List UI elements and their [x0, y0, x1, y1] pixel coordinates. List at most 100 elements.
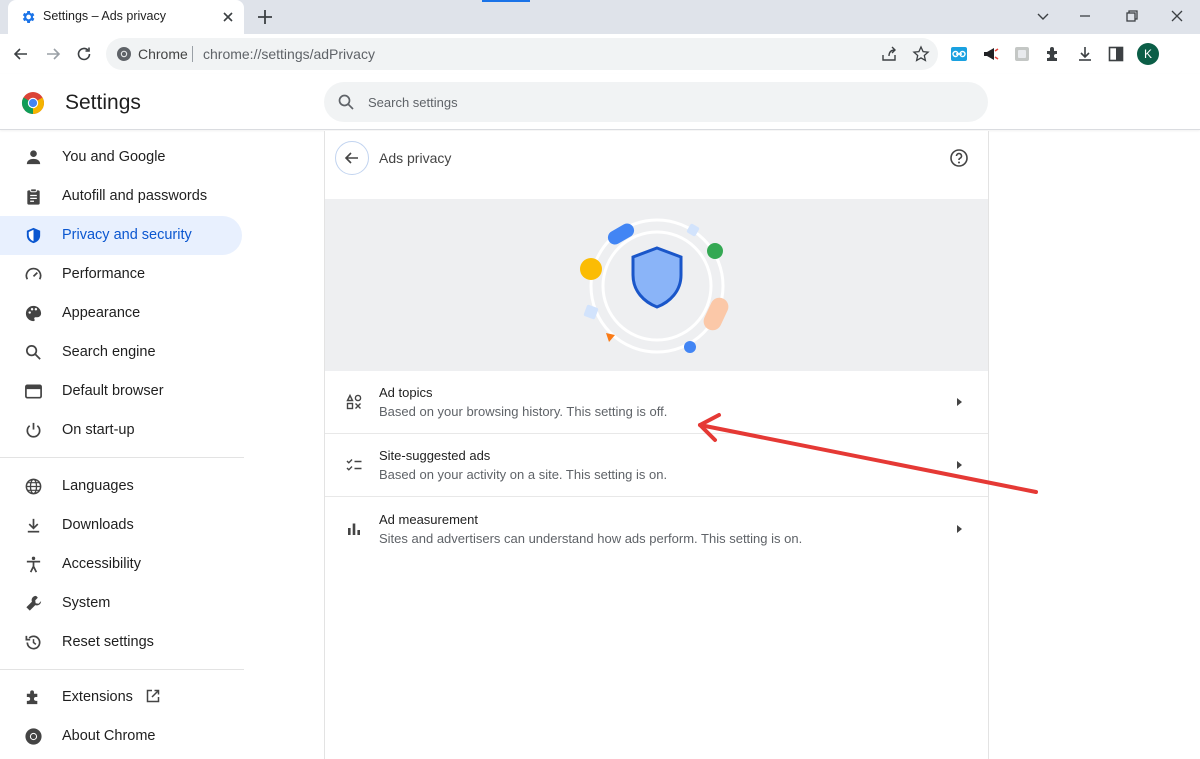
search-icon — [338, 94, 354, 110]
ads-privacy-illustration — [325, 199, 988, 371]
address-bar[interactable]: Chrome chrome://settings/adPrivacy — [106, 38, 938, 70]
browser-toolbar: Chrome chrome://settings/adPrivacy — [0, 34, 1200, 74]
sidebar-item-system[interactable]: System — [0, 584, 242, 623]
ad-topics-row[interactable]: Ad topics Based on your browsing history… — [325, 371, 988, 434]
tab-title: Settings – Ads privacy — [43, 9, 166, 23]
sidebar-item-label: Search engine — [62, 344, 156, 360]
sidebar-item-languages[interactable]: Languages — [0, 467, 242, 506]
back-arrow-icon — [344, 152, 358, 164]
row-title: Ad measurement — [379, 512, 478, 527]
close-icon[interactable] — [220, 9, 236, 25]
site-suggested-ads-row[interactable]: Site-suggested ads Based on your activit… — [325, 434, 988, 497]
browser-window-icon — [25, 384, 42, 399]
speedometer-icon — [25, 267, 42, 280]
power-icon — [26, 422, 41, 438]
help-icon[interactable] — [949, 148, 969, 168]
sidebar-item-label: Privacy and security — [62, 227, 192, 243]
sidebar-item-on-startup[interactable]: On start-up — [0, 411, 242, 450]
download-icon — [27, 518, 40, 533]
person-icon — [26, 150, 41, 165]
sidebar-item-extensions[interactable]: Extensions — [0, 678, 242, 717]
back-arrow-icon[interactable] — [12, 45, 30, 63]
arrow-right-icon — [957, 398, 962, 406]
profile-avatar[interactable]: K — [1137, 43, 1159, 65]
tab-settings-ads-privacy[interactable]: Settings – Ads privacy — [8, 0, 244, 34]
section-heading: Ads privacy — [379, 150, 452, 166]
arrow-right-icon — [957, 525, 962, 533]
topics-icon — [346, 393, 362, 410]
download-icon[interactable] — [1076, 45, 1094, 63]
globe-icon — [25, 478, 42, 495]
extensions-puzzle-icon[interactable] — [1044, 45, 1062, 63]
sidebar-item-label: Autofill and passwords — [62, 188, 208, 204]
sidebar-item-label: Extensions — [62, 689, 133, 705]
ads-privacy-card: Ads privacy Ad topics Based on your brow… — [324, 131, 989, 759]
sidebar-item-label: Accessibility — [62, 556, 141, 572]
forward-arrow-icon[interactable] — [44, 45, 62, 63]
sidebar-item-appearance[interactable]: Appearance — [0, 294, 242, 333]
sidebar-item-about-chrome[interactable]: About Chrome — [0, 717, 242, 756]
sidebar-item-label: Default browser — [62, 383, 164, 399]
megaphone-extension-icon[interactable] — [982, 45, 1000, 63]
sidebar-item-search-engine[interactable]: Search engine — [0, 333, 242, 372]
omnibox-url[interactable]: chrome://settings/adPrivacy — [203, 46, 375, 62]
row-subtitle: Sites and advertisers can understand how… — [379, 531, 803, 546]
reload-icon[interactable] — [75, 45, 93, 63]
sidebar-divider — [0, 669, 244, 670]
page-title: Settings — [65, 91, 141, 114]
minimize-icon[interactable] — [1076, 7, 1094, 25]
chrome-icon — [117, 47, 131, 61]
sidebar-item-label: Languages — [62, 478, 134, 494]
bookmark-star-icon[interactable] — [912, 45, 930, 63]
sidebar-item-downloads[interactable]: Downloads — [0, 506, 242, 545]
search-icon — [25, 344, 41, 360]
row-subtitle: Based on your activity on a site. This s… — [379, 467, 668, 482]
tab-search-chevron-icon[interactable] — [1034, 7, 1052, 25]
clipboard-icon — [27, 188, 40, 205]
sidebar-item-label: System — [62, 595, 111, 611]
search-input[interactable] — [368, 91, 968, 113]
sidebar-item-label: Performance — [62, 266, 146, 282]
checklist-icon — [346, 459, 362, 471]
sidebar-divider — [0, 457, 244, 458]
sidebar-item-accessibility[interactable]: Accessibility — [0, 545, 242, 584]
sidebar-item-label: Reset settings — [62, 634, 154, 650]
sidebar-item-autofill[interactable]: Autofill and passwords — [0, 177, 242, 216]
window-close-icon[interactable] — [1168, 7, 1186, 25]
new-tab-icon[interactable] — [255, 7, 275, 27]
gear-icon — [22, 11, 35, 23]
omnibox-site-label: Chrome — [138, 46, 188, 62]
accessibility-icon — [26, 556, 41, 573]
sidebar-item-default-browser[interactable]: Default browser — [0, 372, 242, 411]
sidebar-item-label: On start-up — [62, 422, 135, 438]
tab-strip: Settings – Ads privacy — [0, 0, 1200, 34]
sidebar-item-performance[interactable]: Performance — [0, 255, 242, 294]
grey-extension-icon[interactable] — [1013, 45, 1031, 63]
omnibox-divider — [192, 46, 193, 62]
sidebar-item-reset-settings[interactable]: Reset settings — [0, 623, 242, 662]
chrome-icon — [25, 728, 42, 745]
tab-strip-accent — [482, 0, 530, 2]
share-icon[interactable] — [880, 45, 898, 63]
open-in-new-icon — [146, 689, 160, 703]
sidebar-item-privacy-and-security[interactable]: Privacy and security — [0, 216, 242, 255]
ad-measurement-row[interactable]: Ad measurement Sites and advertisers can… — [325, 498, 988, 561]
settings-header: Settings — [0, 74, 1200, 130]
row-subtitle: Based on your browsing history. This set… — [379, 404, 668, 419]
chrome-logo-icon — [22, 92, 44, 114]
palette-icon — [25, 305, 42, 322]
side-panel-icon[interactable] — [1107, 45, 1125, 63]
row-title: Ad topics — [379, 385, 433, 400]
settings-search-box[interactable] — [324, 82, 988, 122]
wrench-icon — [26, 595, 42, 611]
shield-illustration-icon — [580, 218, 729, 354]
sidebar-item-you-and-google[interactable]: You and Google — [0, 138, 242, 177]
bar-chart-icon — [348, 523, 360, 535]
sidebar-item-label: You and Google — [62, 149, 166, 165]
link-extension-icon[interactable] — [950, 45, 968, 63]
shield-icon — [26, 227, 41, 244]
sidebar-item-label: About Chrome — [62, 728, 156, 744]
restore-icon[interactable] — [1123, 7, 1141, 25]
back-button[interactable] — [335, 141, 369, 175]
arrow-right-icon — [957, 461, 962, 469]
